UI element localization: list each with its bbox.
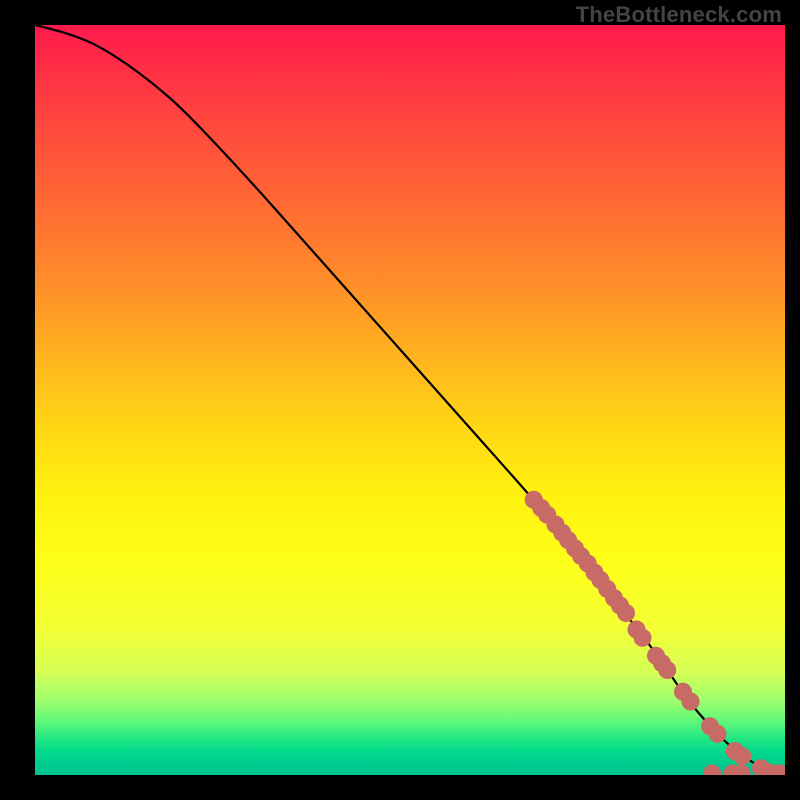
highlighted-points-group <box>525 491 775 775</box>
data-point <box>709 725 727 743</box>
chart-frame: TheBottleneck.com <box>0 0 800 800</box>
tail-points-group <box>703 765 785 776</box>
data-point <box>617 604 635 622</box>
chart-overlay <box>35 25 785 775</box>
data-point <box>658 661 676 679</box>
tail-data-point <box>703 765 721 776</box>
plot-area <box>35 25 785 775</box>
watermark-text: TheBottleneck.com <box>576 2 782 28</box>
bottleneck-curve <box>35 25 785 775</box>
data-point <box>682 693 700 711</box>
data-point <box>634 629 652 647</box>
data-point <box>733 747 751 765</box>
